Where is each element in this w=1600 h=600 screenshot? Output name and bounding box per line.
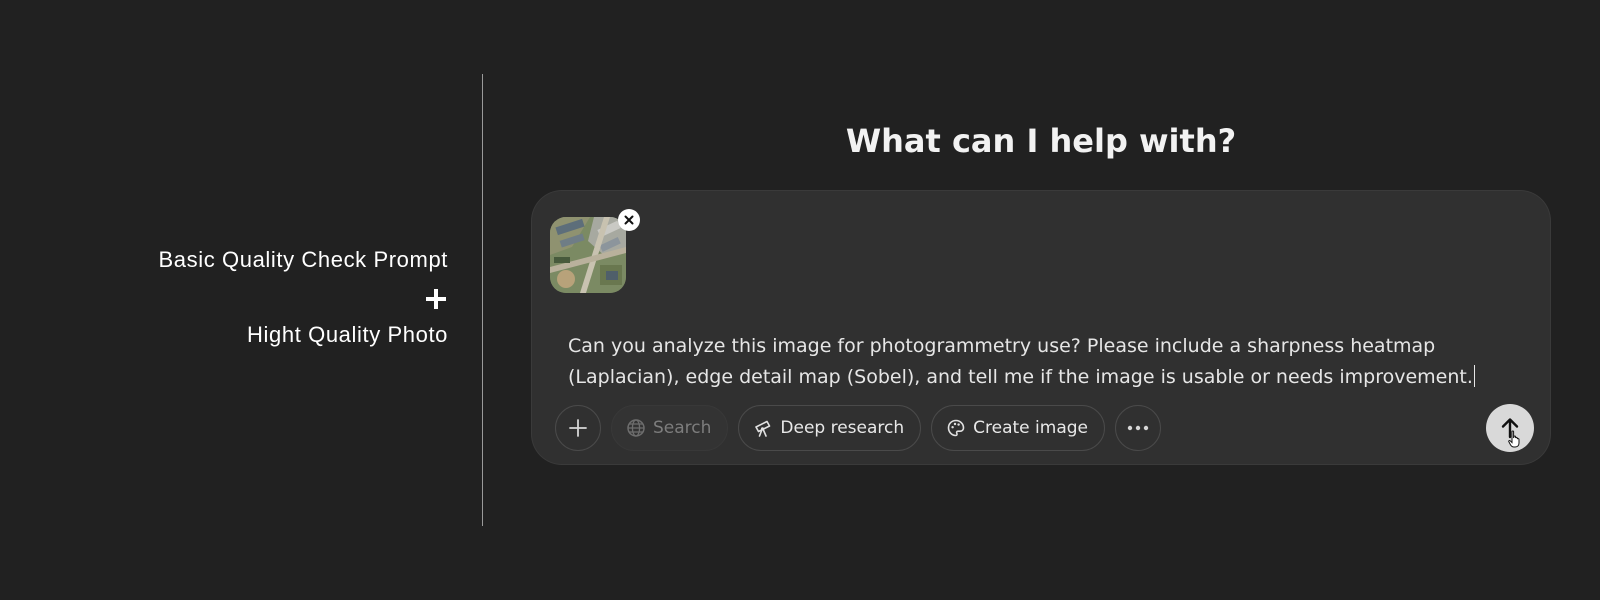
remove-attachment-button[interactable]	[618, 209, 640, 231]
create-image-label: Create image	[973, 418, 1088, 438]
image-attachment[interactable]	[550, 217, 626, 293]
annotation-title: Basic Quality Check Prompt	[158, 247, 448, 272]
text-caret	[1473, 365, 1475, 387]
aerial-photo-thumbnail	[550, 217, 626, 293]
search-button-label: Search	[653, 418, 712, 438]
annotation-subtitle: Hight Quality Photo	[247, 322, 448, 347]
plus-icon	[569, 419, 587, 437]
plus-icon	[426, 289, 446, 309]
composer-toolbar: Search Deep research Create image	[555, 404, 1161, 452]
search-button[interactable]: Search	[611, 405, 729, 451]
globe-icon	[627, 419, 645, 437]
prompt-text: Can you analyze this image for photogram…	[568, 335, 1473, 388]
telescope-icon	[755, 420, 771, 437]
create-image-button[interactable]: Create image	[931, 405, 1105, 451]
prompt-composer: Can you analyze this image for photogram…	[532, 191, 1550, 464]
palette-icon	[947, 419, 965, 437]
ellipsis-icon	[1127, 425, 1149, 431]
deep-research-button[interactable]: Deep research	[738, 405, 922, 451]
send-button[interactable]	[1486, 404, 1534, 452]
deep-research-label: Deep research	[780, 418, 905, 438]
more-options-button[interactable]	[1115, 405, 1161, 451]
close-icon	[624, 215, 634, 225]
add-button[interactable]	[555, 405, 601, 451]
hand-pointer-icon	[1508, 430, 1520, 448]
stage: Basic Quality Check Prompt Hight Quality…	[0, 0, 1600, 600]
prompt-input[interactable]: Can you analyze this image for photogram…	[568, 331, 1498, 393]
page-title: What can I help with?	[845, 122, 1237, 160]
vertical-divider	[482, 74, 483, 526]
annotation-panel: Basic Quality Check Prompt Hight Quality…	[0, 0, 448, 600]
